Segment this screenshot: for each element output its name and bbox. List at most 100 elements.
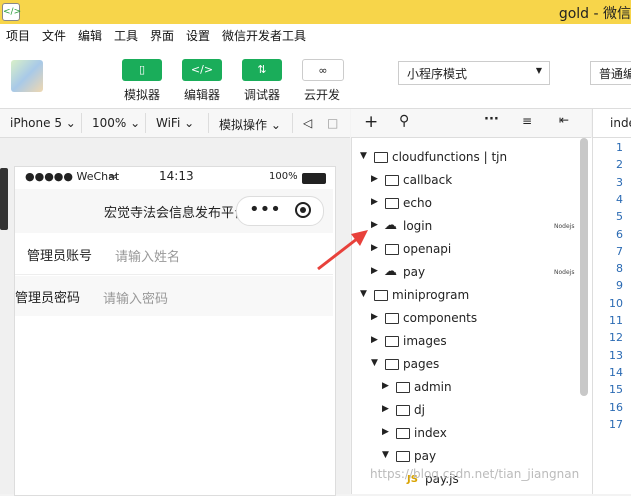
folder-icon bbox=[385, 198, 399, 209]
menu-file[interactable]: 文件 bbox=[42, 27, 66, 44]
network-select[interactable]: WiFi ⌄ bbox=[156, 116, 194, 130]
avatar[interactable] bbox=[11, 60, 43, 92]
code-editor[interactable]: 1 2 3 4 5 6 7 8 9 10 11 12 13 14 15 16 17 bbox=[592, 138, 631, 494]
search-icon[interactable]: ⚲ bbox=[399, 113, 409, 129]
tree-item[interactable]: ▶ images bbox=[352, 331, 590, 353]
debug-icon: ⇅ bbox=[257, 63, 267, 76]
editor-label: 编辑器 bbox=[184, 88, 221, 102]
window-icon[interactable]: □ bbox=[327, 116, 338, 130]
chevron-down-icon: ▼ bbox=[535, 66, 542, 75]
line-number: 10 bbox=[609, 296, 623, 310]
tree-item[interactable]: ▶ callback bbox=[352, 170, 590, 192]
compile-mode-select[interactable]: 普通编 bbox=[590, 61, 631, 85]
line-number: 9 bbox=[616, 279, 623, 293]
password-row: 管理员密码 请输入密码 bbox=[15, 276, 333, 316]
cloud-folder-icon: ☁ bbox=[384, 264, 397, 279]
wifi-icon: ≈ bbox=[108, 170, 118, 183]
simulate-action-select[interactable]: 模拟操作 ⌄ bbox=[219, 116, 281, 133]
line-number: 3 bbox=[616, 175, 623, 189]
zoom-select-value: 100% bbox=[92, 116, 127, 130]
menu-edit[interactable]: 编辑 bbox=[78, 27, 102, 44]
tree-item-label: pay bbox=[414, 449, 437, 463]
toolbar: ▯ 模拟器 </> 编辑器 ⇅ 调试器 ∞ 云开发 小程序模式 ▼ 普通编 bbox=[0, 46, 631, 109]
tree-item-label: callback bbox=[403, 173, 453, 187]
chevron-down-icon[interactable]: ▼ bbox=[360, 151, 367, 161]
tree-item[interactable]: ▶ admin bbox=[352, 377, 590, 399]
tab-index[interactable]: inde bbox=[592, 109, 631, 138]
account-row: 管理员账号 请输入姓名 bbox=[15, 234, 333, 275]
volume-icon[interactable]: ◁ bbox=[303, 116, 312, 130]
chevron-right-icon[interactable]: ▶ bbox=[371, 312, 378, 322]
debugger-label: 调试器 bbox=[244, 88, 281, 102]
tree-item[interactable]: ▼ pages bbox=[352, 354, 590, 376]
zoom-select[interactable]: 100% ⌄ bbox=[92, 116, 140, 130]
chevron-down-icon[interactable]: ▼ bbox=[371, 358, 378, 368]
title-bar: </> gold - 微信 bbox=[0, 0, 631, 24]
simulator-button[interactable]: ▯ bbox=[122, 59, 162, 81]
arrow-shaft bbox=[317, 233, 363, 271]
line-number: 16 bbox=[609, 400, 623, 414]
phone-status-bar: ●●●●● WeChat ≈ 14:13 100% bbox=[15, 167, 333, 189]
more-icon[interactable]: ··· bbox=[484, 112, 499, 127]
chevron-right-icon[interactable]: ▶ bbox=[382, 427, 389, 437]
chevron-down-icon: ⌄ bbox=[130, 116, 141, 130]
device-select[interactable]: iPhone 5 ⌄ bbox=[10, 116, 76, 130]
tree-item-label: echo bbox=[403, 196, 432, 210]
tree-item[interactable]: ▼ cloudfunctions | tjn bbox=[352, 147, 590, 169]
close-miniapp-icon[interactable] bbox=[295, 202, 311, 218]
tree-item[interactable]: ▶ index bbox=[352, 423, 590, 445]
chevron-right-icon[interactable]: ▶ bbox=[371, 197, 378, 207]
tree-item[interactable]: ▼ pay bbox=[352, 446, 590, 468]
mode-select[interactable]: 小程序模式 ▼ bbox=[398, 61, 550, 85]
tree-item[interactable]: ▶ ☁ pay Nodejs bbox=[352, 262, 590, 284]
menu-devtools[interactable]: 微信开发者工具 bbox=[222, 27, 306, 44]
chevron-down-icon: ⌄ bbox=[270, 118, 281, 132]
tree-item-label: cloudfunctions | tjn bbox=[392, 150, 508, 164]
simulate-action-value: 模拟操作 bbox=[219, 118, 268, 132]
simulator-resize-handle[interactable] bbox=[0, 168, 8, 230]
debugger-button[interactable]: ⇅ bbox=[242, 59, 282, 81]
line-number: 14 bbox=[609, 365, 623, 379]
cloud-dev-button[interactable]: ∞ bbox=[302, 59, 344, 81]
device-toolbar: iPhone 5 ⌄ 100% ⌄ WiFi ⌄ 模拟操作 ⌄ ◁ □ bbox=[0, 109, 350, 138]
tree-item[interactable]: ▼ miniprogram bbox=[352, 285, 590, 307]
chevron-down-icon[interactable]: ▼ bbox=[382, 450, 389, 460]
password-label: 管理员密码 bbox=[15, 291, 81, 306]
line-number: 1 bbox=[616, 141, 623, 154]
menu-view[interactable]: 界面 bbox=[150, 27, 174, 44]
tab-index-label: inde bbox=[610, 116, 631, 130]
sort-icon[interactable]: ≡ bbox=[522, 114, 532, 128]
signal-carrier: ●●●●● WeChat bbox=[25, 170, 120, 183]
menu-project[interactable]: 项目 bbox=[6, 27, 30, 44]
line-number: 17 bbox=[609, 417, 623, 431]
simulator-label: 模拟器 bbox=[124, 88, 161, 102]
chevron-right-icon[interactable]: ▶ bbox=[371, 174, 378, 184]
tree-item[interactable]: ▶ dj bbox=[352, 400, 590, 422]
divider bbox=[81, 113, 82, 133]
tree-item[interactable]: ▶ echo bbox=[352, 193, 590, 215]
tree-item[interactable]: ▶ components bbox=[352, 308, 590, 330]
chevron-right-icon[interactable]: ▶ bbox=[382, 404, 389, 414]
password-input[interactable]: 请输入密码 bbox=[103, 288, 168, 307]
menu-tools[interactable]: 工具 bbox=[114, 27, 138, 44]
folder-icon bbox=[396, 428, 410, 439]
mode-select-value: 小程序模式 bbox=[407, 67, 468, 81]
tree-item[interactable]: ▶ openapi bbox=[352, 239, 590, 261]
add-icon[interactable]: + bbox=[364, 112, 378, 132]
chevron-right-icon[interactable]: ▶ bbox=[371, 335, 378, 345]
collapse-icon[interactable]: ⇤ bbox=[559, 113, 569, 127]
tree-item[interactable]: ▶ ☁ login Nodejs bbox=[352, 216, 590, 238]
more-button[interactable]: ••• bbox=[249, 199, 281, 221]
tree-item-label: images bbox=[403, 334, 447, 348]
menu-settings[interactable]: 设置 bbox=[186, 27, 210, 44]
chevron-down-icon[interactable]: ▼ bbox=[360, 289, 367, 299]
chevron-right-icon[interactable]: ▶ bbox=[382, 381, 389, 391]
file-tree-scrollbar[interactable] bbox=[580, 138, 588, 396]
account-input[interactable]: 请输入姓名 bbox=[115, 246, 180, 265]
menu-bar: 项目 文件 编辑 工具 界面 设置 微信开发者工具 bbox=[0, 24, 631, 46]
nodejs-badge: Nodejs bbox=[554, 269, 575, 276]
folder-icon bbox=[385, 336, 399, 347]
arrow-head bbox=[351, 230, 368, 246]
editor-button[interactable]: </> bbox=[182, 59, 222, 81]
cloud-dev-label: 云开发 bbox=[304, 88, 341, 102]
